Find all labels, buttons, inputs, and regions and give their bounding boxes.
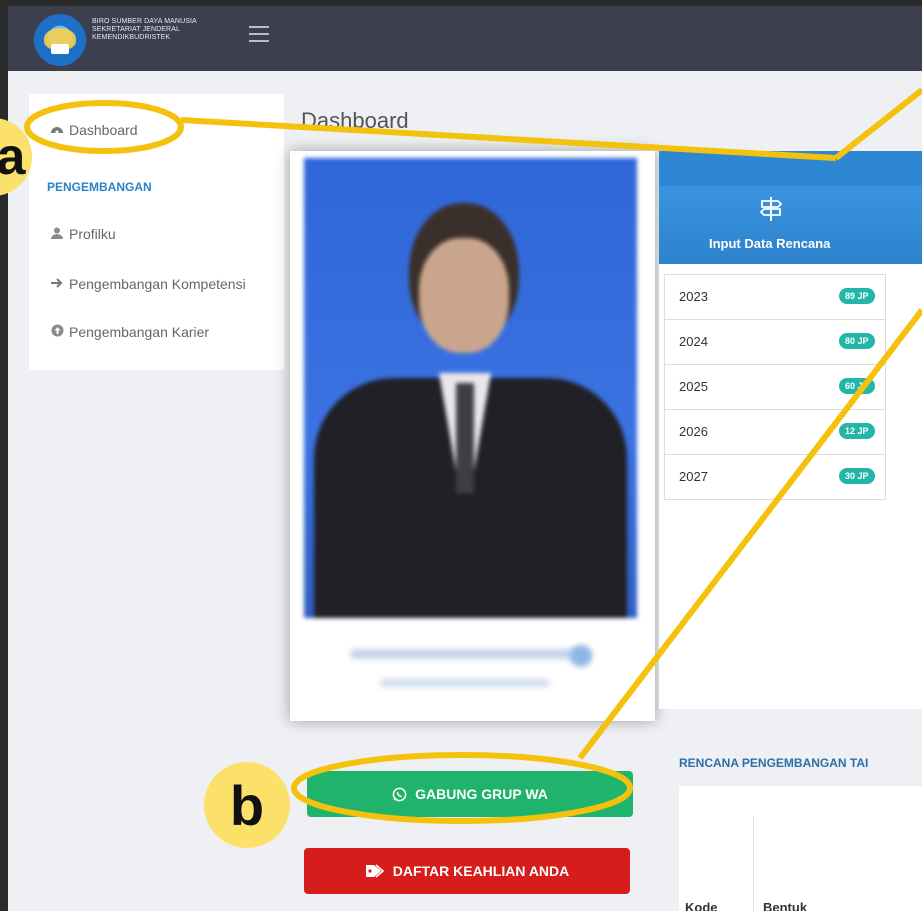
app-window: BIRO SUMBER DAYA MANUSIA SEKRETARIAT JEN…	[8, 6, 922, 911]
top-bar: BIRO SUMBER DAYA MANUSIA SEKRETARIAT JEN…	[8, 6, 922, 71]
list-item[interactable]: 2026 12 JP	[664, 410, 886, 455]
table-header-bentuk: Bentuk	[763, 900, 808, 911]
signpost-icon	[759, 197, 783, 221]
blurred-name	[350, 649, 590, 659]
annotation-marker-b: b	[204, 762, 290, 848]
list-item[interactable]: 2025 60 JP	[664, 365, 886, 410]
sidebar-section-title: PENGEMBANGAN	[47, 180, 152, 194]
list-item[interactable]: 2024 80 JP	[664, 320, 886, 365]
kemendikbud-logo-icon[interactable]	[34, 14, 86, 66]
table-column-divider	[753, 816, 754, 911]
rencana-panel-header	[659, 151, 922, 186]
gabung-grup-wa-button[interactable]: GABUNG GRUP WA	[307, 771, 633, 817]
org-name: BIRO SUMBER DAYA MANUSIA SEKRETARIAT JEN…	[92, 18, 197, 41]
jp-badge: 12 JP	[839, 423, 875, 439]
profile-photo	[304, 158, 637, 618]
menu-toggle-icon[interactable]	[249, 26, 269, 42]
input-data-rencana-button[interactable]: Input Data Rencana	[659, 186, 922, 264]
sidebar-item-dashboard[interactable]: Dashboard	[49, 122, 138, 138]
jp-badge: 80 JP	[839, 333, 875, 349]
list-item[interactable]: 2027 30 JP	[664, 455, 886, 500]
dashboard-icon	[49, 122, 65, 138]
sidebar-item-pengembangan-kompetensi[interactable]: Pengembangan Kompetensi	[49, 276, 246, 292]
sidebar: Dashboard PENGEMBANGAN Profilku Pengemba…	[29, 94, 284, 370]
rencana-table: Kode Bentuk	[679, 786, 922, 911]
blurred-nip	[380, 679, 550, 687]
sidebar-item-profilku[interactable]: Profilku	[49, 226, 116, 242]
whatsapp-icon	[392, 787, 407, 801]
jp-badge: 89 JP	[839, 288, 875, 304]
verified-icon	[570, 645, 592, 667]
list-item[interactable]: 2023 89 JP	[664, 274, 886, 320]
arrow-circle-up-icon	[49, 324, 65, 340]
year-jp-list: 2023 89 JP 2024 80 JP 2025 60 JP 2026 12…	[664, 274, 922, 500]
jp-badge: 30 JP	[839, 468, 875, 484]
jp-badge: 60 JP	[839, 378, 875, 394]
profile-photo-card	[290, 151, 655, 721]
page-title: Dashboard	[301, 108, 409, 133]
arrow-right-icon	[49, 276, 65, 292]
table-header-kode: Kode	[685, 900, 718, 911]
sidebar-item-pengembangan-karier[interactable]: Pengembangan Karier	[49, 324, 209, 340]
user-icon	[49, 226, 65, 242]
tags-icon	[365, 864, 384, 878]
daftar-keahlian-button[interactable]: DAFTAR KEAHLIAN ANDA	[304, 848, 630, 894]
rencana-pengembangan-title: RENCANA PENGEMBANGAN TAI	[679, 756, 869, 770]
